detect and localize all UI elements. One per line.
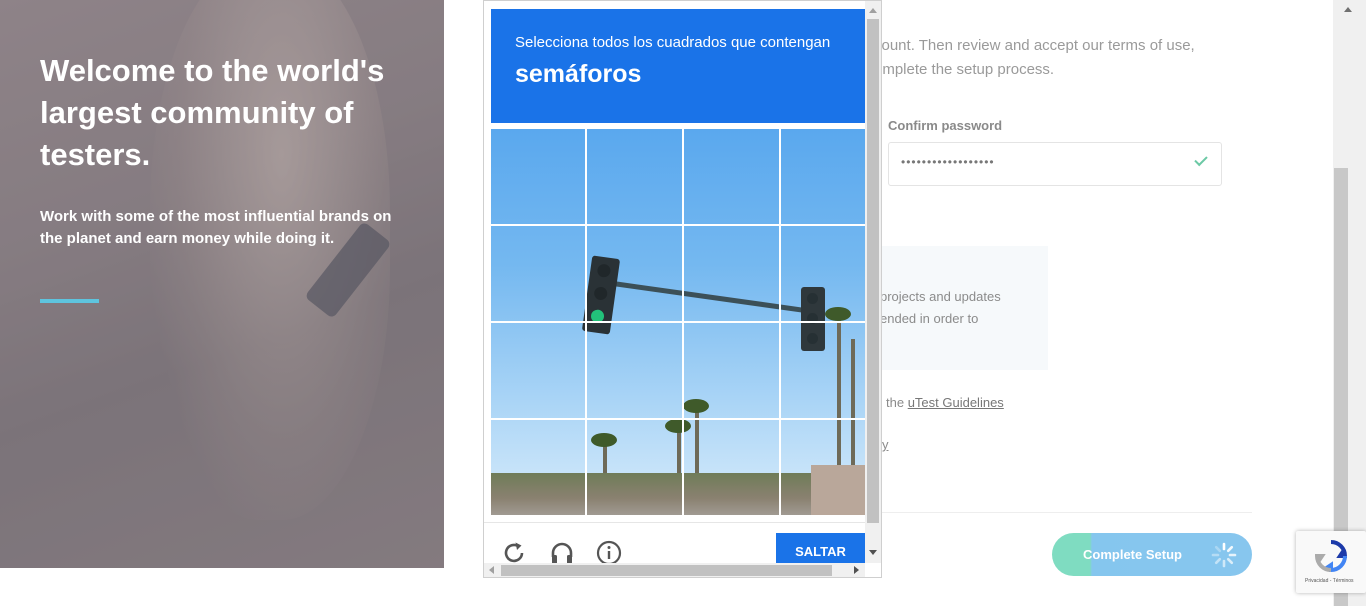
hero-panel: Welcome to the world's largest community… [0, 0, 444, 568]
recaptcha-logo-icon [1314, 540, 1348, 573]
captcha-image [491, 129, 865, 515]
hero-accent-rule [40, 299, 99, 303]
captcha-target-word: semáforos [515, 60, 642, 88]
captcha-challenge-popup: Selecciona todos los cuadrados que conte… [483, 0, 882, 578]
confirm-password-label: Confirm password [888, 118, 1003, 133]
scroll-left-arrow-icon[interactable] [489, 566, 494, 574]
captcha-footer: SALTAR [484, 522, 865, 569]
confirm-password-value: •••••••••••••••••• [901, 155, 995, 169]
captcha-horizontal-scrollbar-thumb[interactable] [501, 565, 832, 576]
info-line-2: ended in order to [880, 311, 979, 326]
info-box: projects and updates ended in order to [864, 246, 1048, 370]
captcha-vertical-scrollbar-thumb[interactable] [867, 19, 879, 523]
recaptcha-terms-text[interactable]: Privacidad - Términos [1305, 578, 1354, 584]
form-intro-text: count. Then review and accept our terms … [874, 34, 1254, 82]
page-scrollbar[interactable] [1333, 0, 1366, 606]
scroll-up-arrow-icon[interactable] [869, 8, 877, 13]
checkmark-icon [1194, 152, 1208, 167]
confirm-password-field[interactable]: •••••••••••••••••• [888, 142, 1222, 186]
complete-setup-label: Complete Setup [1083, 547, 1182, 562]
captcha-horizontal-scrollbar[interactable] [484, 563, 865, 577]
guidelines-prefix: the [886, 395, 908, 410]
hero-subtitle: Work with some of the most influential b… [40, 208, 392, 247]
loading-spinner-icon [1211, 542, 1237, 568]
captcha-vertical-scrollbar[interactable] [865, 1, 881, 563]
scroll-right-arrow-icon[interactable] [854, 566, 859, 574]
form-divider [864, 512, 1252, 513]
captcha-instruction: Selecciona todos los cuadrados que conte… [515, 34, 831, 51]
utest-guidelines-link[interactable]: uTest Guidelines [908, 395, 1004, 410]
intro-line-1: count. Then review and accept our terms … [874, 37, 1195, 54]
complete-setup-button[interactable]: Complete Setup [1052, 533, 1252, 576]
guidelines-text: the uTest Guidelines [886, 395, 1004, 410]
recaptcha-badge[interactable]: Privacidad - Términos [1296, 531, 1366, 593]
captcha-header: Selecciona todos los cuadrados que conte… [491, 9, 865, 123]
scroll-up-arrow-icon[interactable] [1344, 7, 1352, 12]
info-line-1: projects and updates [880, 289, 1001, 304]
hero-title: Welcome to the world's largest community… [40, 53, 385, 172]
policy-link-fragment[interactable]: y [882, 437, 889, 452]
captcha-tile-grid[interactable] [491, 129, 865, 515]
intro-line-2: omplete the setup process. [874, 61, 1055, 78]
scroll-down-arrow-icon[interactable] [869, 550, 877, 555]
